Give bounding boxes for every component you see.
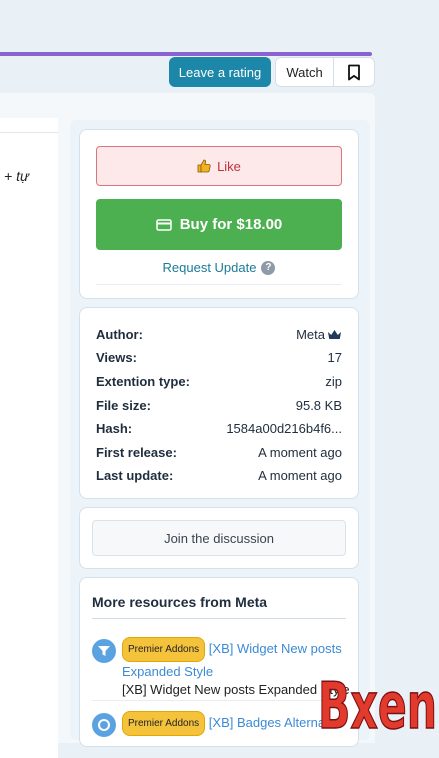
request-update-link[interactable]: Request Update ? (80, 260, 358, 275)
info-value: 17 (327, 349, 342, 365)
actions-divider (96, 284, 342, 285)
info-key: Author: (96, 326, 143, 342)
resource-divider (92, 700, 346, 701)
premier-badge: Premier Addons (122, 711, 206, 736)
info-value: 1584a00d216b4f6... (226, 420, 342, 436)
info-value: Meta (296, 327, 342, 342)
content-snippet: + tự (4, 168, 29, 184)
circle-icon (92, 713, 116, 737)
info-row-size: File size: 95.8 KB (96, 395, 342, 415)
question-circle-icon: ? (261, 260, 276, 275)
bookmark-button[interactable] (333, 57, 375, 87)
like-button[interactable]: Like (96, 146, 342, 186)
info-row-type: Extention type: zip (96, 371, 342, 391)
buy-label: Buy for $18.00 (179, 216, 283, 233)
watch-button[interactable]: Watch (275, 57, 333, 87)
actions-card: Like Buy for $18.00 Request Update ? (79, 129, 359, 299)
crown-icon (328, 329, 341, 339)
discussion-card: Join the discussion (79, 507, 359, 569)
info-row-views: Views: 17 (96, 347, 342, 367)
info-key: Extention type: (96, 373, 190, 389)
bookmark-icon (348, 64, 360, 80)
info-row-hash: Hash: 1584a00d216b4f6... (96, 418, 342, 438)
resource-title[interactable]: [XB] Badges Alterna (209, 715, 325, 730)
info-value: zip (325, 373, 342, 389)
thumbs-up-icon (197, 159, 211, 173)
buy-button[interactable]: Buy for $18.00 (96, 199, 342, 250)
info-row-last-update: Last update: A moment ago (96, 465, 342, 485)
info-value: A moment ago (258, 444, 342, 460)
request-update-label: Request Update (162, 260, 257, 275)
join-discussion-button[interactable]: Join the discussion (92, 520, 346, 556)
info-key: Views: (96, 349, 137, 365)
more-resources-title: More resources from Meta (92, 594, 268, 610)
info-key: Hash: (96, 420, 133, 436)
premier-badge: Premier Addons (122, 637, 206, 662)
info-value: 95.8 KB (295, 397, 342, 413)
filter-icon (92, 639, 116, 663)
author-link[interactable]: Meta (296, 327, 325, 342)
info-value: A moment ago (258, 467, 342, 483)
more-resources-divider (92, 618, 346, 619)
leave-rating-button[interactable]: Leave a rating (169, 57, 271, 87)
svg-text:Bxen: Bxen (318, 670, 437, 734)
info-row-first-release: First release: A moment ago (96, 442, 342, 462)
header-accent-bar (0, 52, 372, 56)
bxen-watermark-logo: Bxen (318, 669, 438, 734)
more-resources-card: More resources from Meta Premier Addons … (79, 577, 359, 747)
info-card: Author: Meta Views: 17 Extention type: z… (79, 307, 359, 499)
credit-card-icon (155, 218, 172, 231)
info-row-author: Author: Meta (96, 324, 342, 344)
info-key: File size: (96, 397, 151, 413)
info-key: Last update: (96, 467, 174, 483)
content-card: + tự (0, 118, 58, 758)
like-label: Like (217, 158, 241, 174)
content-divider (0, 132, 58, 133)
info-key: First release: (96, 444, 177, 460)
